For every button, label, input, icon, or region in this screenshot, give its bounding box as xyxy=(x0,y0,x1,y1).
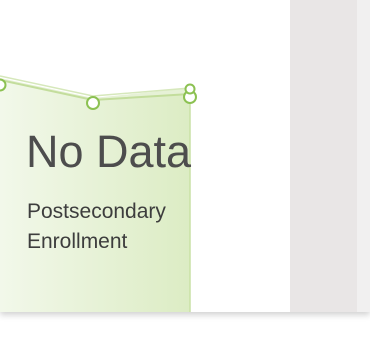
data-point-marker[interactable] xyxy=(184,83,196,95)
metric-card[interactable]: No Data Postsecondary Enrollment xyxy=(0,0,370,312)
data-point-marker[interactable] xyxy=(0,78,7,92)
metric-label: Postsecondary Enrollment xyxy=(27,200,166,253)
sparkline-area xyxy=(0,80,190,312)
adjacent-panel-edge xyxy=(357,0,370,312)
data-point-marker[interactable] xyxy=(86,96,100,110)
metric-value: No Data xyxy=(26,126,192,177)
